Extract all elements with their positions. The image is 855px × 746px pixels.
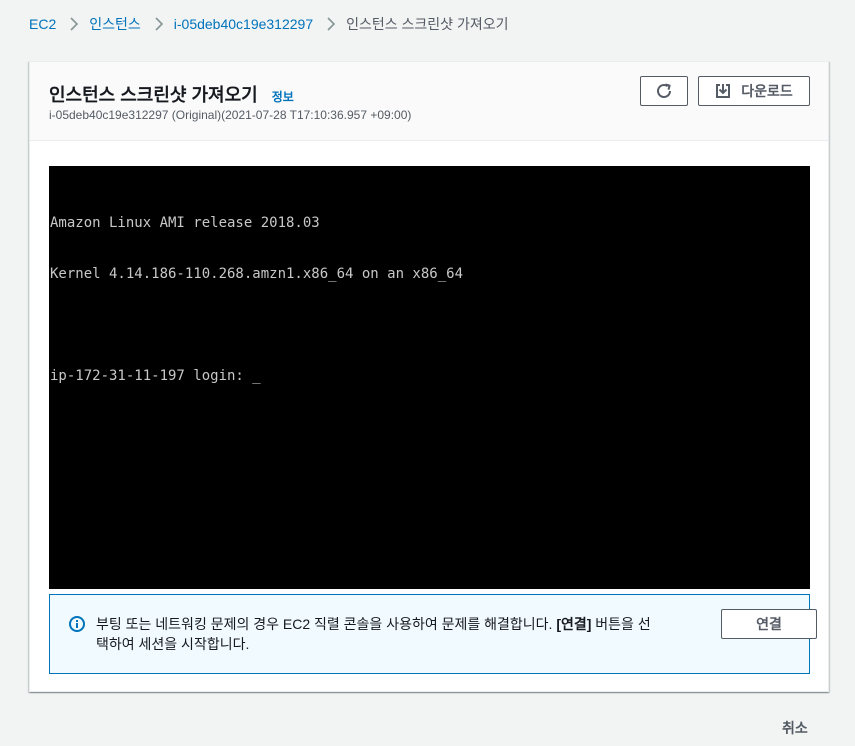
download-button[interactable]: 다운로드: [698, 76, 810, 106]
breadcrumb-link-ec2[interactable]: EC2: [29, 16, 56, 32]
cancel-button[interactable]: 취소: [782, 718, 808, 738]
breadcrumb-current: 인스턴스 스크린샷 가져오기: [346, 16, 509, 32]
breadcrumb: EC2 인스턴스 i-05deb40c19e312297 인스턴스 스크린샷 가…: [29, 14, 508, 34]
connect-label: 연결: [756, 616, 782, 632]
instance-screenshot: Amazon Linux AMI release 2018.03 Kernel …: [49, 166, 810, 589]
breadcrumb-link-instance-id[interactable]: i-05deb40c19e312297: [174, 16, 313, 32]
download-label: 다운로드: [741, 83, 793, 99]
page-title: 인스턴스 스크린샷 가져오기: [49, 85, 258, 105]
terminal-line: Kernel 4.14.186-110.268.amzn1.x86_64 on …: [50, 266, 464, 282]
connect-button[interactable]: 연결: [721, 609, 817, 639]
alert-message: 부팅 또는 네트워킹 문제의 경우 EC2 직렬 콘솔을 사용하여 문제를 해결…: [96, 614, 656, 654]
info-icon: [69, 616, 85, 632]
chevron-right-icon: [326, 17, 336, 31]
terminal-line: Amazon Linux AMI release 2018.03: [50, 215, 320, 231]
info-link[interactable]: 정보: [272, 88, 294, 105]
chevron-right-icon: [154, 17, 164, 31]
breadcrumb-link-instances[interactable]: 인스턴스: [89, 14, 141, 34]
chevron-right-icon: [69, 17, 79, 31]
download-icon: [715, 83, 731, 99]
alert-text-bold: [연결]: [556, 616, 592, 632]
refresh-icon: [655, 82, 673, 100]
refresh-button[interactable]: [640, 76, 688, 106]
instance-subtitle: i-05deb40c19e312297 (Original)(2021-07-2…: [49, 108, 412, 122]
terminal-line: ip-172-31-11-197 login: _: [50, 368, 261, 384]
panel-header: 인스턴스 스크린샷 가져오기 정보 i-05deb40c19e312297 (O…: [30, 62, 828, 141]
alert-text-before: 부팅 또는 네트워킹 문제의 경우 EC2 직렬 콘솔을 사용하여 문제를 해결…: [96, 616, 557, 632]
serial-console-alert: 부팅 또는 네트워킹 문제의 경우 EC2 직렬 콘솔을 사용하여 문제를 해결…: [49, 594, 817, 674]
screenshot-panel: 인스턴스 스크린샷 가져오기 정보 i-05deb40c19e312297 (O…: [29, 61, 829, 692]
